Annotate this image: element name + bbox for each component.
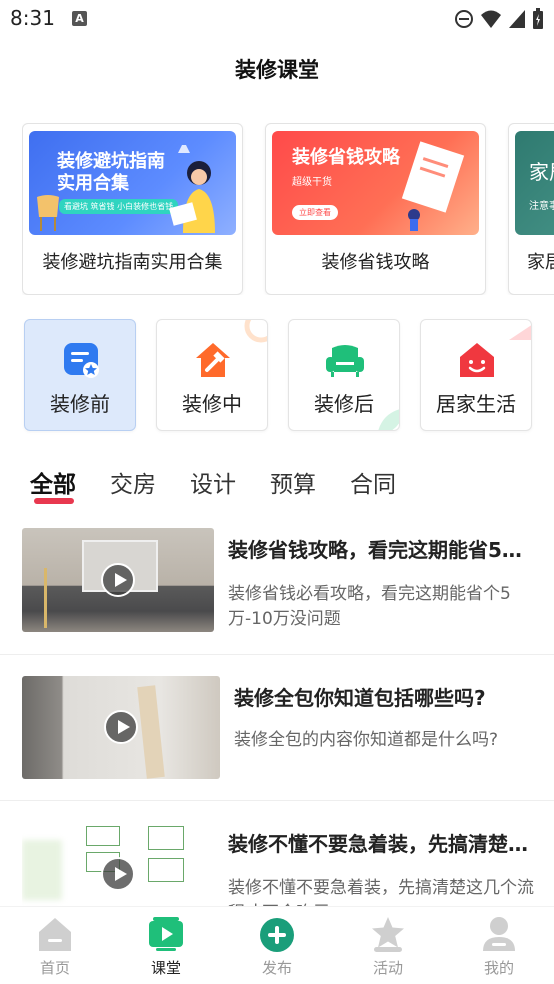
video-thumbnail — [22, 822, 214, 906]
lamp-icon — [178, 145, 190, 153]
battery-icon — [533, 8, 543, 29]
do-not-disturb-icon — [455, 10, 473, 28]
nav-profile[interactable]: 我的 — [444, 907, 554, 984]
play-icon — [104, 710, 138, 744]
person-icon — [483, 917, 515, 951]
notification-icon: A — [72, 11, 87, 26]
document-illustration-icon — [401, 141, 465, 231]
category-home-life[interactable]: 居家生活 — [420, 319, 532, 431]
guide-banner-image: 家居 注意事项 — [515, 131, 554, 235]
category-after-renovation[interactable]: 装修后 — [288, 319, 400, 431]
guide-caption: 装修省钱攻略 — [321, 252, 430, 273]
list-star-icon — [64, 343, 99, 378]
banner-cta-button: 立即查看 — [292, 205, 338, 220]
list-item[interactable]: 装修省钱攻略，看完这期能省5万-10万没问题 装修省钱必看攻略，看完这期能省个5… — [0, 528, 554, 652]
category-label: 装修前 — [50, 392, 110, 416]
guide-banner-image: 装修省钱攻略 超级干货 立即查看 — [272, 131, 479, 235]
tab-contract[interactable]: 合同 — [350, 465, 396, 499]
category-grid: 装修前 装修中 装修后 居家生活 — [24, 319, 554, 431]
guide-caption: 家居 — [527, 252, 554, 273]
corner-arc-decoration — [244, 320, 267, 343]
video-thumbnail — [22, 528, 214, 632]
play-icon — [101, 857, 135, 891]
category-label: 居家生活 — [436, 392, 516, 416]
nav-activity[interactable]: 活动 — [333, 907, 443, 984]
nav-label: 课堂 — [150, 959, 181, 977]
article-title: 装修不懂不要急着装，先搞清楚这几个流程 — [228, 832, 534, 856]
plus-circle-icon — [260, 918, 294, 952]
nav-label: 发布 — [261, 959, 292, 977]
bottom-navigation: 首页 课堂 发布 活动 我的 — [0, 906, 554, 984]
tab-design[interactable]: 设计 — [190, 465, 236, 499]
corner-triangle-decoration — [509, 325, 531, 340]
nav-classroom[interactable]: 课堂 — [111, 907, 221, 984]
nav-publish[interactable]: 发布 — [222, 907, 332, 984]
divider — [0, 654, 554, 655]
page-title: 装修课堂 — [235, 58, 319, 82]
chair-icon — [37, 195, 59, 231]
article-description: 装修省钱必看攻略，看完这期能省个5万-10万没问题 — [228, 584, 511, 629]
category-label: 装修后 — [314, 392, 374, 416]
article-title: 装修全包你知道包括哪些吗? — [234, 686, 486, 710]
tab-budget[interactable]: 预算 — [270, 465, 316, 499]
nav-home[interactable]: 首页 — [0, 907, 110, 984]
woman-illustration-icon — [169, 161, 215, 233]
floor-lamp — [44, 568, 47, 628]
article-title: 装修省钱攻略，看完这期能省5万-10万没问题 — [228, 538, 534, 562]
wood-board — [137, 685, 165, 779]
tab-handover[interactable]: 交房 — [110, 465, 156, 499]
status-icons — [454, 8, 544, 30]
sofa-icon — [326, 345, 364, 377]
guide-caption: 装修避坑指南实用合集 — [42, 252, 223, 273]
guide-card[interactable]: 装修省钱攻略 超级干货 立即查看 装修省钱攻略 — [265, 123, 486, 295]
category-label: 装修中 — [182, 392, 242, 416]
play-icon — [101, 563, 135, 597]
category-during-renovation[interactable]: 装修中 — [156, 319, 268, 431]
guide-card[interactable]: 家居 注意事项 家居 — [508, 123, 554, 295]
star-badge-icon — [372, 917, 404, 952]
nav-label: 首页 — [39, 959, 70, 977]
guide-banner-image: 装修避坑指南 实用合集 看避坑 筑省钱 小白装修也省钱 — [29, 131, 236, 235]
house-hammer-icon — [196, 343, 230, 377]
guide-card[interactable]: 装修避坑指南 实用合集 看避坑 筑省钱 小白装修也省钱 装修避坑指南实用合集 — [22, 123, 243, 295]
status-bar: 8:31 A — [0, 0, 554, 38]
signal-icon — [509, 10, 525, 28]
article-description: 装修全包的内容你知道都是什么吗? — [234, 730, 499, 750]
status-time: 8:31 — [10, 6, 55, 30]
nav-label: 活动 — [372, 959, 403, 977]
list-item[interactable]: 装修不懂不要急着装，先搞清楚这几个流程 装修不懂不要急着装，先搞清楚这几个流程才… — [0, 822, 554, 906]
tab-all[interactable]: 全部 — [30, 465, 76, 499]
classroom-play-icon — [149, 917, 183, 951]
category-before-renovation[interactable]: 装修前 — [24, 319, 136, 431]
guide-carousel[interactable]: 装修避坑指南 实用合集 看避坑 筑省钱 小白装修也省钱 装修避坑指南实用合集 装… — [22, 123, 554, 295]
active-tab-indicator — [34, 498, 74, 504]
article-description: 装修不懂不要急着装，先搞清楚这几个流程才不会吃亏 — [228, 878, 534, 906]
nav-label: 我的 — [483, 959, 514, 977]
video-thumbnail — [22, 676, 220, 779]
divider — [0, 800, 554, 801]
home-icon — [39, 918, 71, 951]
wifi-icon — [481, 10, 501, 28]
list-item[interactable]: 装修全包你知道包括哪些吗? 装修全包的内容你知道都是什么吗? — [0, 676, 554, 800]
smiling-house-icon — [460, 343, 494, 377]
